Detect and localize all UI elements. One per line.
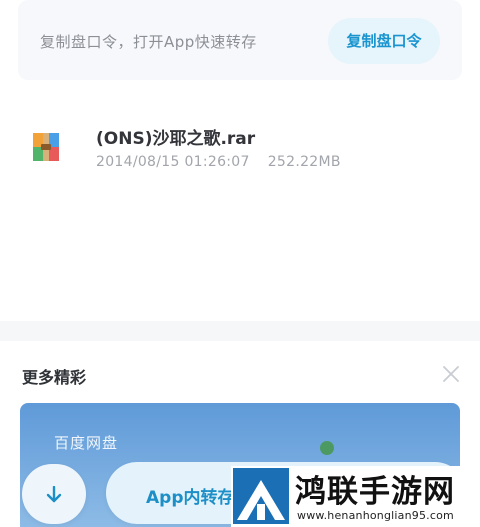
copy-code-banner: 复制盘口令，打开App快速转存 复制盘口令 bbox=[18, 0, 462, 80]
banner-hint-text: 复制盘口令，打开App快速转存 bbox=[40, 33, 257, 51]
watermark-title: 鸿联手游网 bbox=[295, 474, 455, 510]
section-divider bbox=[0, 321, 480, 341]
archive-file-icon bbox=[33, 133, 59, 161]
save-in-app-label: App内转存 bbox=[146, 488, 235, 508]
watermark-logo bbox=[233, 468, 289, 524]
promo-title: 百度网盘 bbox=[54, 434, 119, 452]
more-section-title: 更多精彩 bbox=[22, 368, 87, 387]
file-name[interactable]: (ONS)沙耶之歌.rar bbox=[96, 124, 255, 149]
copy-code-button[interactable]: 复制盘口令 bbox=[328, 18, 440, 64]
close-icon[interactable] bbox=[440, 363, 462, 385]
file-date: 2014/08/15 01:26:07 bbox=[96, 154, 250, 170]
file-meta: 2014/08/15 01:26:07 252.22MB bbox=[96, 154, 341, 170]
download-arrow-icon bbox=[46, 486, 62, 503]
watermark-url: www.henanhonglian95.com bbox=[297, 509, 454, 522]
site-watermark: 鸿联手游网 www.henanhonglian95.com bbox=[231, 466, 480, 527]
promo-decoration bbox=[320, 441, 334, 455]
download-button[interactable] bbox=[22, 464, 86, 524]
file-size: 252.22MB bbox=[267, 154, 341, 170]
